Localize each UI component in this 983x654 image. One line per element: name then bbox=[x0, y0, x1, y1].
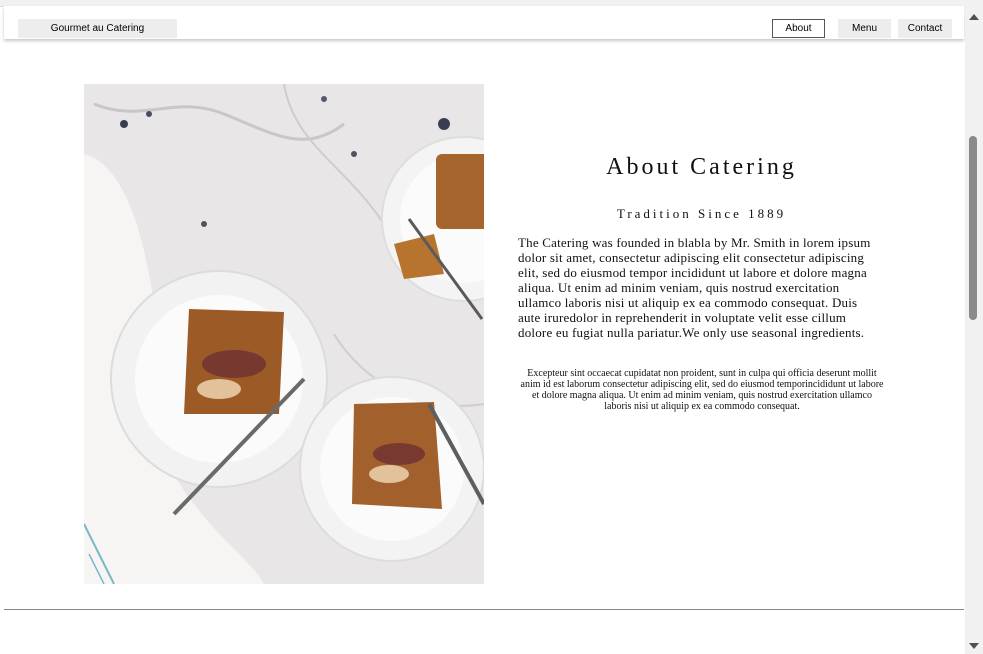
vertical-scrollbar[interactable] bbox=[965, 0, 983, 654]
top-navbar: Gourmet au Catering About Menu Contact bbox=[4, 6, 964, 39]
brand-link[interactable]: Gourmet au Catering bbox=[18, 19, 177, 38]
catering-pastry-image bbox=[84, 84, 484, 584]
nav-about-button[interactable]: About bbox=[772, 19, 825, 38]
scroll-down-arrow-icon[interactable] bbox=[969, 643, 979, 649]
about-body-text: The Catering was founded in blabla by Mr… bbox=[518, 235, 871, 340]
page-viewport: Gourmet au Catering About Menu Contact A… bbox=[0, 0, 965, 654]
about-title: About Catering bbox=[606, 154, 797, 180]
about-small-text: Excepteur sint occaecat cupidatat non pr… bbox=[520, 368, 884, 412]
about-subtitle: Tradition Since 1889 bbox=[616, 206, 787, 221]
nav-contact-button[interactable]: Contact bbox=[898, 19, 952, 38]
scroll-thumb[interactable] bbox=[969, 136, 977, 320]
section-divider bbox=[4, 609, 964, 610]
nav-menu-button[interactable]: Menu bbox=[838, 19, 891, 38]
scroll-up-arrow-icon[interactable] bbox=[969, 14, 979, 20]
